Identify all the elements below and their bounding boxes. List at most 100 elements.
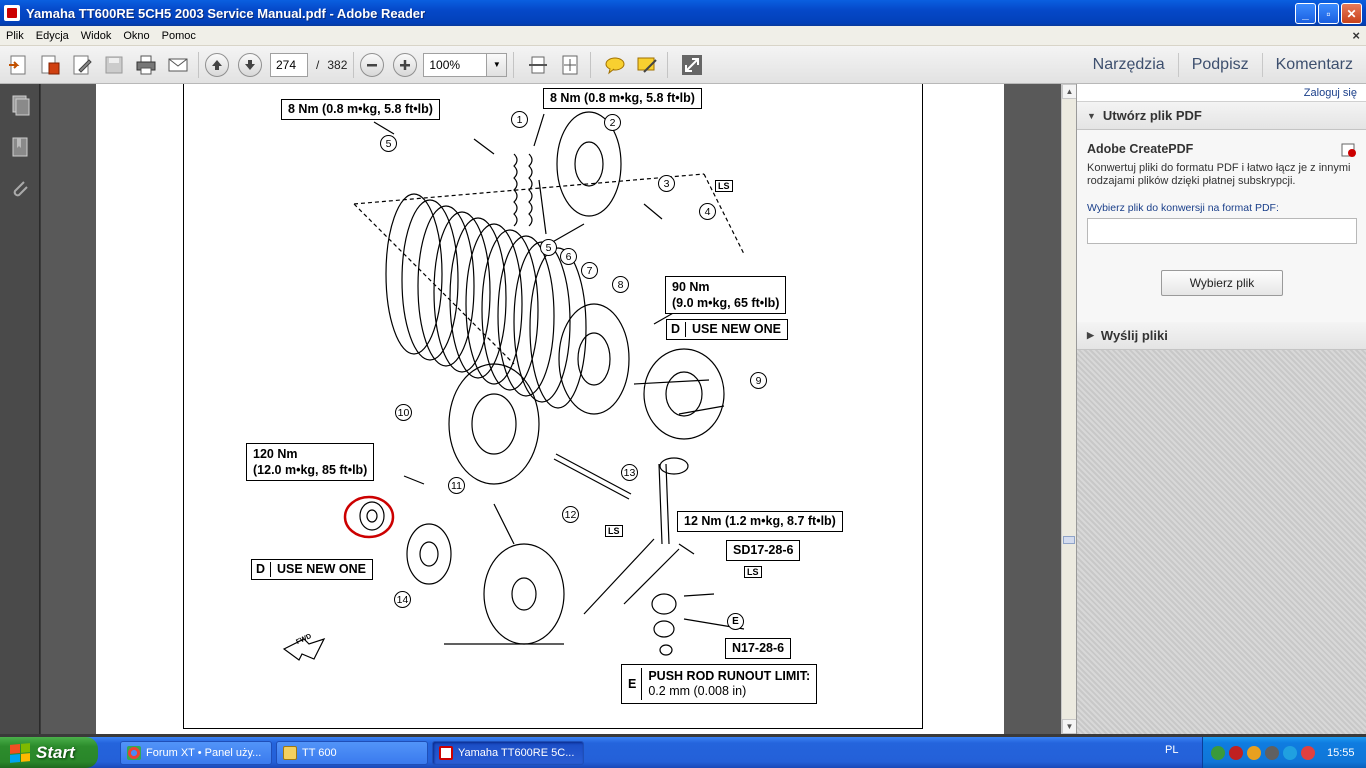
taskbar-item-folder[interactable]: TT 600 [276,740,428,765]
torque-label-90nm: 90 Nm (9.0 m•kg, 65 ft•lb) [665,276,787,314]
choose-file-button[interactable]: Wybierz plik [1161,270,1283,296]
sign-tab[interactable]: Podpisz [1179,46,1262,84]
page-number-input[interactable] [270,52,308,77]
combine-files-button[interactable] [36,51,64,79]
create-pdf-section-header[interactable]: ▼ Utwórz plik PDF [1077,102,1366,130]
taskbar-item-chrome[interactable]: Forum XT • Panel uży... [120,740,272,765]
file-select-field[interactable] [1087,218,1357,244]
triangle-down-icon: ▼ [1087,110,1096,121]
close-button[interactable]: ✕ [1341,3,1362,24]
page-thumbnails-icon[interactable] [0,84,40,126]
torque-label-120nm: 120 Nm (12.0 m•kg, 85 ft•lb) [246,443,375,481]
menu-edit[interactable]: Edycja [30,30,75,42]
network-icon[interactable] [1211,745,1225,760]
use-new-one-left-text: USE NEW ONE [277,562,366,576]
comment-tab[interactable]: Komentarz [1263,46,1366,84]
zoom-input[interactable] [423,52,488,77]
fit-page-button[interactable] [556,51,584,79]
system-tray: 15:55 [1202,737,1366,768]
taskbar-item-adobe[interactable]: Yamaha TT600RE 5C... [432,740,584,765]
callout-4: 4 [699,203,716,220]
document-view[interactable]: 1 2 3 4 5 5 6 7 8 9 10 11 12 13 14 8 Nm … [41,84,1061,734]
menu-help[interactable]: Pomoc [156,30,202,42]
start-button[interactable]: Start [0,737,98,768]
next-page-button[interactable] [238,52,262,77]
expand-icon [682,54,703,75]
speech-bubble-icon [605,57,625,74]
antivirus-icon[interactable] [1229,745,1243,760]
createpdf-settings-icon[interactable] [1341,142,1357,158]
tools-panel: Zaloguj się ▼ Utwórz plik PDF Adobe Crea… [1076,84,1366,734]
attachments-icon[interactable] [0,168,40,210]
print-icon [136,55,156,74]
torque-120-line2: (12.0 m•kg, 85 ft•lb) [253,463,368,477]
plus-icon [400,59,411,70]
previous-page-button[interactable] [205,52,229,77]
toolbar-divider [513,51,515,78]
scroll-up-icon[interactable]: ▲ [1062,84,1077,99]
highlight-button[interactable] [633,51,661,79]
createpdf-title: Adobe CreatePDF [1087,142,1194,156]
callout-7: 7 [581,262,598,279]
create-pdf-button[interactable] [4,51,32,79]
menu-file[interactable]: Plik [0,30,30,42]
full-screen-button[interactable] [678,51,706,79]
save-button[interactable] [100,51,128,79]
email-button[interactable] [164,51,192,79]
toolbar-divider [198,51,199,78]
send-files-section-title: Wyślij pliki [1100,328,1168,343]
fit-width-button[interactable] [524,51,552,79]
toolbar-divider [667,51,669,78]
edit-button[interactable] [68,51,96,79]
torque-label-8nm-left: 8 Nm (0.8 m•kg, 5.8 ft•lb) [281,99,440,120]
bookmarks-icon[interactable] [0,126,40,168]
create-pdf-icon [9,55,26,74]
taskbar-item-label: Forum XT • Panel uży... [146,746,262,759]
clutch-exploded-diagram [282,111,745,661]
callout-1: 1 [511,111,528,128]
minimize-button[interactable]: _ [1295,3,1316,24]
comment-button[interactable] [601,51,629,79]
createpdf-description: Konwertuj pliki do formatu PDF i łatwo ł… [1087,162,1351,187]
taskbar-item-label: Yamaha TT600RE 5C... [458,746,575,759]
n-code-label: N17-28-6 [725,638,792,659]
language-indicator[interactable]: PL [1165,744,1178,756]
speaker-icon[interactable] [1265,745,1279,760]
menu-window[interactable]: Okno [117,30,155,42]
runout-line2: 0.2 mm (0.008 in) [648,684,747,698]
callout-10: 10 [395,404,412,421]
chevron-down-icon[interactable]: ▼ [487,52,508,77]
menu-view[interactable]: Widok [75,30,118,42]
close-document-icon[interactable]: × [1352,28,1360,43]
zoom-out-button[interactable] [360,52,385,77]
zoom-in-button[interactable] [393,52,418,77]
use-new-one-left-label: D USE NEW ONE [251,559,373,580]
d-mark-left: D [256,562,272,577]
combine-icon [41,55,60,74]
print-button[interactable] [132,51,160,79]
adobe-reader-icon [4,5,20,21]
update-icon[interactable] [1283,745,1297,760]
file-select-label: Wybierz plik do konwersji na format PDF: [1087,202,1279,214]
sign-in-link[interactable]: Zaloguj się [1304,87,1357,99]
maximize-button[interactable]: ▫ [1318,3,1339,24]
vertical-scrollbar[interactable]: ▲ ▼ [1061,84,1077,734]
use-new-one-right-text: USE NEW ONE [692,322,781,336]
zoom-selector[interactable]: ▼ [423,52,508,77]
callout-5b: 5 [540,239,557,256]
sign-in-bar: Zaloguj się [1077,84,1366,102]
shield-icon[interactable] [1247,745,1261,760]
sd-code-label: SD17-28-6 [726,540,801,561]
lub-mark-mid: LS [605,525,623,537]
windows-flag-icon [10,742,30,763]
callout-12: 12 [562,506,579,523]
left-navigation-pane [0,84,40,734]
callout-3: 3 [658,175,675,192]
scroll-down-icon[interactable]: ▼ [1062,719,1077,734]
scroll-thumb[interactable] [1063,536,1075,544]
torque-90-line2: (9.0 m•kg, 65 ft•lb) [672,296,780,310]
tools-tab[interactable]: Narzędzia [1080,46,1178,84]
send-files-section-header[interactable]: ▶ Wyślij pliki [1077,322,1366,350]
alert-icon[interactable] [1301,745,1315,760]
e-mark: E [628,668,643,700]
